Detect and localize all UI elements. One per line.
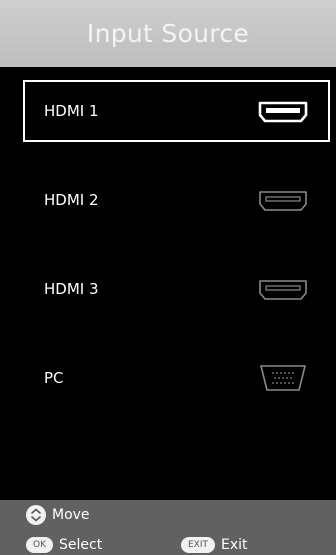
vga-port-icon [260,365,306,391]
select-label: Select [59,537,103,553]
ok-button-icon: OK [26,537,53,553]
source-label: HDMI 2 [44,191,99,209]
move-hint: Move [26,505,90,525]
exit-label: Exit [221,537,248,553]
source-label: HDMI 1 [44,102,99,120]
hdmi-port-icon [258,101,308,123]
source-label: PC [44,369,64,387]
menu-header: Input Source [0,0,336,67]
move-label: Move [52,507,90,523]
menu-title: Input Source [86,19,250,48]
source-list: HDMI 1 HDMI 2 HDMI 3 PC [0,67,336,500]
up-down-arrows-icon [26,505,46,525]
hdmi-port-icon [259,280,307,300]
hdmi-port-icon [259,191,307,211]
exit-button-icon: EXIT [181,537,216,553]
exit-hint: EXIT Exit [181,537,248,553]
source-item-hdmi-2[interactable]: HDMI 2 [23,169,330,231]
source-item-hdmi-1[interactable]: HDMI 1 [23,80,330,142]
source-item-hdmi-3[interactable]: HDMI 3 [23,258,330,320]
button-hints-bar: Move OK Select EXIT Exit [0,500,336,555]
source-item-pc[interactable]: PC [23,347,330,409]
source-label: HDMI 3 [44,280,99,298]
input-source-menu: Input Source HDMI 1 HDMI 2 HDMI 3 PC Mov… [0,0,336,555]
select-hint: OK Select [26,537,102,553]
